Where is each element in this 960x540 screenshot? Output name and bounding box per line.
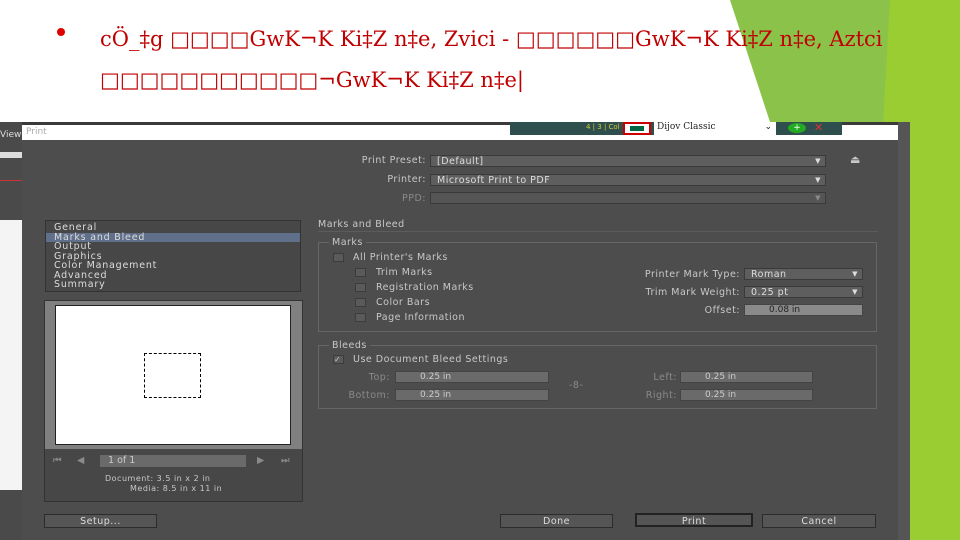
trim-marks-checkbox[interactable]	[355, 268, 366, 277]
left-field[interactable]: 0.25 in	[680, 371, 813, 383]
trim-weight-value: 0.25 pt	[751, 287, 789, 298]
section-title: Marks and Bleed	[318, 219, 405, 230]
document-outline	[144, 353, 201, 398]
link-icon[interactable]: -8-	[569, 380, 583, 391]
print-preset-dropdown[interactable]: [Default] ▼	[430, 155, 826, 167]
chevron-down-icon: ▼	[815, 194, 821, 202]
trim-marks-label: Trim Marks	[376, 267, 433, 278]
setup-button[interactable]: Setup...	[44, 514, 157, 528]
ppd-label: PPD:	[402, 193, 426, 204]
first-page-icon[interactable]: ⏮	[53, 455, 62, 466]
chevron-down-icon: ▼	[815, 176, 821, 184]
category-summary[interactable]: Summary	[46, 280, 300, 290]
print-dialog: Print Print Preset: [Default] ▼ ⏏ Printer…	[22, 125, 898, 540]
page-field[interactable]: 1 of 1	[100, 455, 246, 467]
all-printers-marks-checkbox[interactable]	[333, 253, 344, 262]
chevron-down-icon: ▼	[852, 270, 858, 278]
last-page-icon[interactable]: ⏭	[281, 455, 290, 466]
next-page-icon[interactable]: ▶	[257, 455, 265, 466]
slide-text-line-2: □□□□□□□□□□□¬GwK¬K Ki‡Z n‡e|	[100, 68, 524, 92]
preview-page	[55, 305, 291, 445]
color-bars-checkbox[interactable]	[355, 298, 366, 307]
page-information-label: Page Information	[376, 312, 466, 323]
preview-panel: ⏮ ◀ 1 of 1 ▶ ⏭ Document: 3.5 in x 2 in M…	[44, 300, 303, 502]
top-label: Top:	[368, 372, 390, 383]
font-dropdown[interactable]: Dijov Classic ⌄	[654, 122, 776, 135]
add-icon[interactable]: +	[788, 123, 806, 133]
save-preset-icon[interactable]: ⏏	[850, 153, 861, 166]
cancel-button[interactable]: Cancel	[762, 514, 876, 528]
printer-value: Microsoft Print to PDF	[437, 175, 551, 186]
page-information-checkbox[interactable]	[355, 313, 366, 322]
print-preset-value: [Default]	[437, 156, 484, 167]
offset-label: Offset:	[704, 305, 740, 316]
document-size: Document: 3.5 in x 2 in	[105, 474, 211, 483]
right-field[interactable]: 0.25 in	[680, 389, 813, 401]
stroke-indicator: 4 | 3 | Col	[586, 123, 620, 131]
app-background-left: View	[0, 122, 22, 540]
bullet-icon	[57, 28, 65, 36]
mark-type-dropdown[interactable]: Roman ▼	[744, 268, 863, 280]
color-bars-label: Color Bars	[376, 297, 431, 308]
media-size: Media: 8.5 in x 11 in	[130, 484, 223, 493]
print-button[interactable]: Print	[635, 513, 753, 527]
offset-field[interactable]: 0.08 in	[744, 304, 863, 316]
done-button[interactable]: Done	[500, 514, 613, 528]
bleeds-group: Bleeds ✓ Use Document Bleed Settings Top…	[318, 340, 877, 409]
category-list: General Marks and Bleed Output Graphics …	[45, 220, 301, 292]
marks-group: Marks All Printer's Marks Trim Marks Reg…	[318, 237, 877, 332]
all-printers-marks-label: All Printer's Marks	[353, 252, 448, 263]
screenshot: View Print Print Preset: [Default] ▼ ⏏ Pr…	[0, 122, 910, 540]
chevron-down-icon: ▼	[815, 157, 821, 165]
left-label: Left:	[653, 372, 677, 383]
top-field[interactable]: 0.25 in	[395, 371, 549, 383]
bleeds-legend: Bleeds	[329, 340, 370, 351]
app-background-right	[898, 122, 910, 540]
use-document-bleed-label: Use Document Bleed Settings	[353, 354, 509, 365]
bottom-label: Bottom:	[348, 390, 390, 401]
print-preset-label: Print Preset:	[361, 155, 426, 166]
mark-type-label: Printer Mark Type:	[644, 269, 740, 280]
use-document-bleed-checkbox[interactable]: ✓	[333, 355, 344, 364]
prev-page-icon[interactable]: ◀	[77, 455, 85, 466]
menu-view: View	[0, 130, 22, 140]
chevron-down-icon: ▼	[852, 288, 858, 296]
right-label: Right:	[645, 390, 677, 401]
mark-type-value: Roman	[751, 269, 787, 280]
slide-text-line-1: cÖ_‡g □□□□GwK¬K Ki‡Z n‡e, Zvici - □□□□□□…	[100, 27, 883, 51]
bottom-field[interactable]: 0.25 in	[395, 389, 549, 401]
printer-label: Printer:	[387, 174, 426, 185]
trim-weight-label: Trim Mark Weight:	[645, 287, 740, 298]
fill-swatch[interactable]	[623, 122, 651, 135]
registration-marks-checkbox[interactable]	[355, 283, 366, 292]
app-toolbar-strip: 4 | 3 | Col Dijov Classic ⌄ + ✕	[510, 121, 842, 135]
marks-legend: Marks	[329, 237, 366, 248]
registration-marks-label: Registration Marks	[376, 282, 474, 293]
printer-dropdown[interactable]: Microsoft Print to PDF ▼	[430, 174, 826, 186]
close-icon[interactable]: ✕	[814, 121, 823, 134]
trim-weight-dropdown[interactable]: 0.25 pt ▼	[744, 286, 863, 298]
ppd-dropdown: ▼	[430, 192, 826, 204]
